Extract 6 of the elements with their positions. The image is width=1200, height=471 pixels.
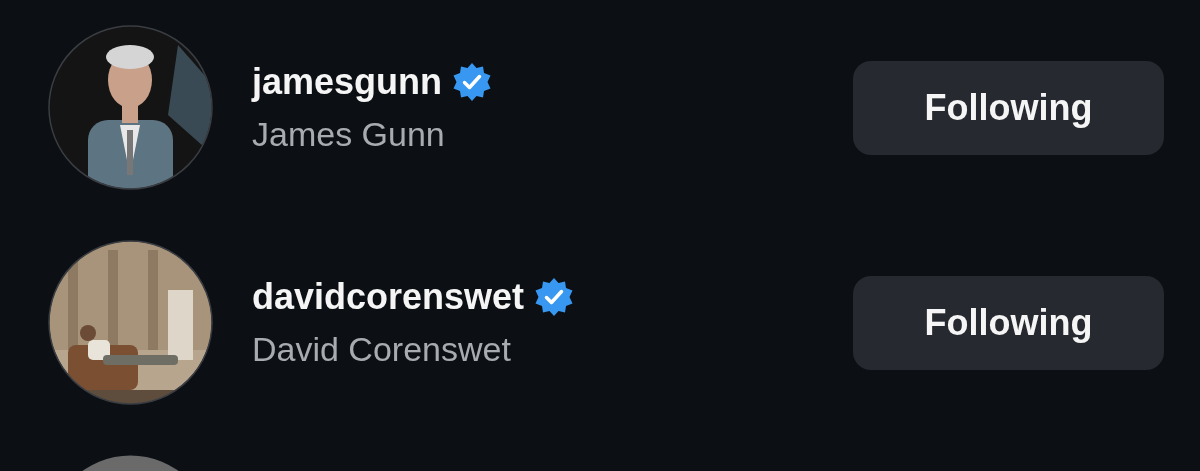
- full-name: James Gunn: [252, 115, 446, 154]
- username[interactable]: jamesgunn: [252, 61, 443, 103]
- following-button[interactable]: Following: [853, 275, 1164, 370]
- following-button[interactable]: Following: [853, 60, 1164, 155]
- username[interactable]: davidcorenswet: [252, 276, 525, 318]
- full-name: David Corenswet: [252, 330, 512, 369]
